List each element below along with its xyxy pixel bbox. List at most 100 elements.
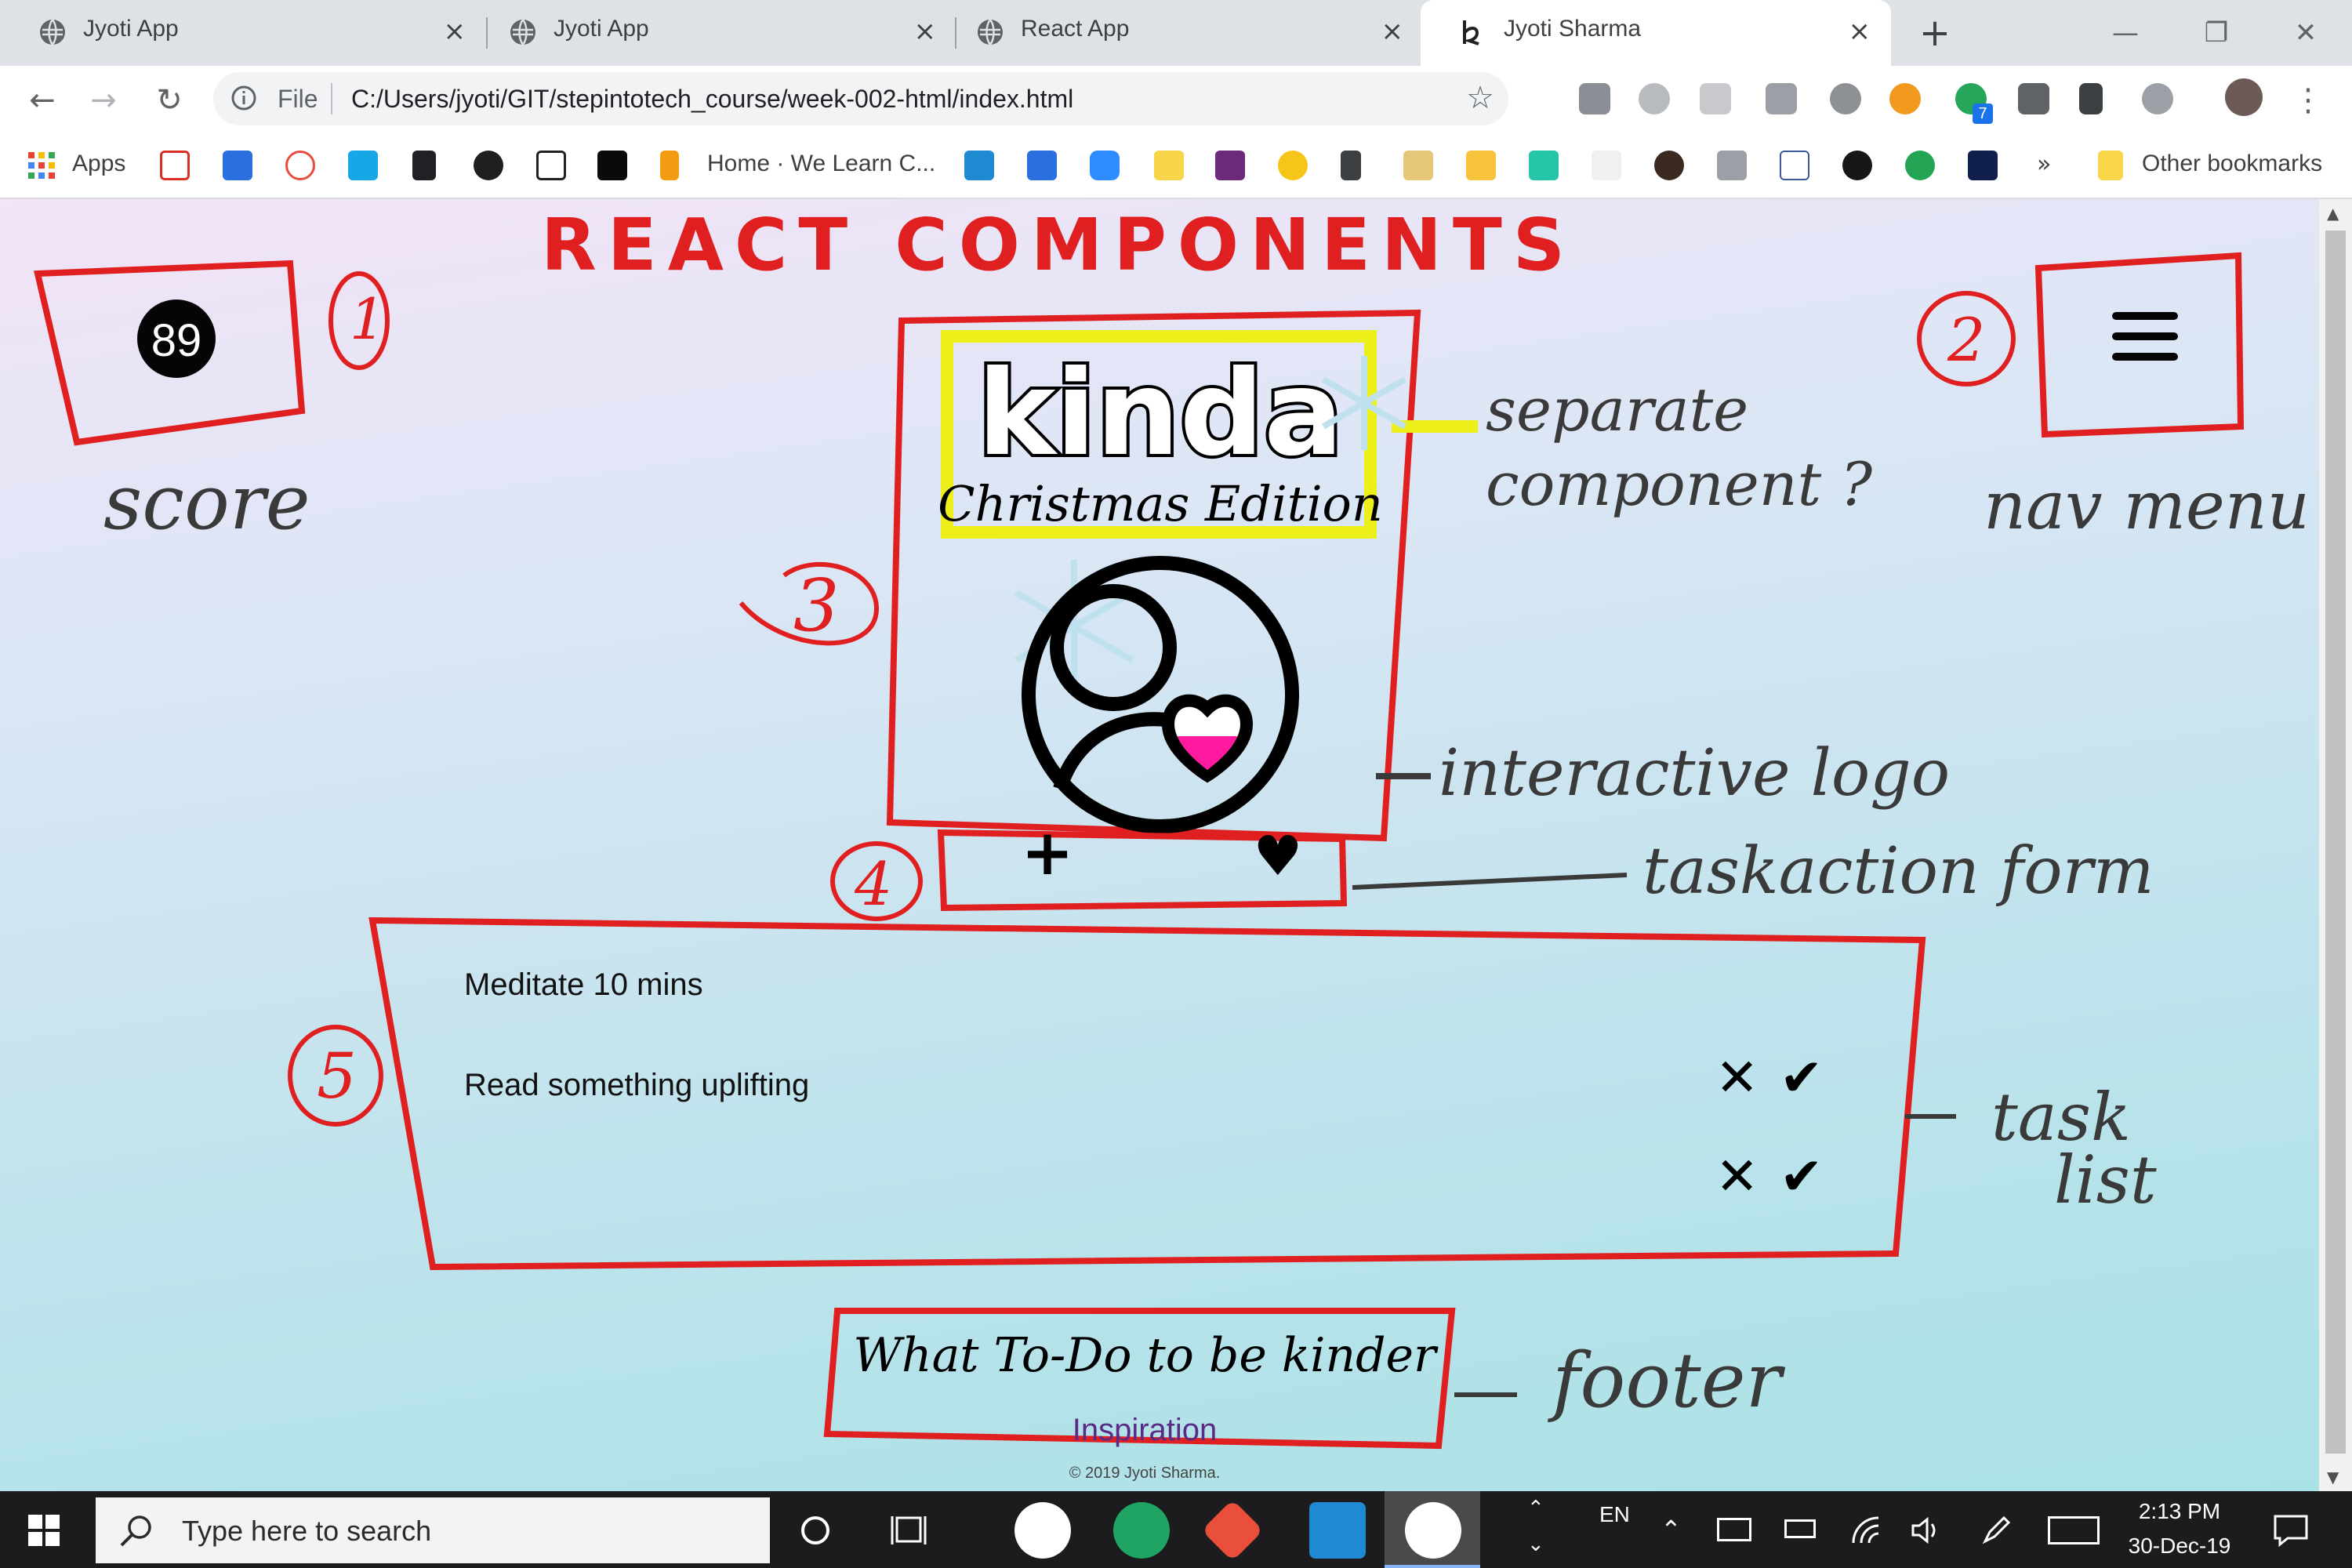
url-text[interactable]: C:/Users/jyoti/GIT/stepintotech_course/w…	[351, 85, 1073, 114]
codepen-icon[interactable]	[536, 151, 566, 180]
key-extension-icon[interactable]	[1889, 83, 1921, 114]
close-tab-icon[interactable]: ×	[1381, 16, 1404, 47]
keyboard-icon[interactable]	[2048, 1516, 2100, 1544]
info-icon[interactable]	[230, 85, 257, 111]
clock-date[interactable]: 30-Dec-19	[2125, 1534, 2234, 1559]
taskbar-overflow-up[interactable]: ⌃	[1527, 1496, 1544, 1520]
gmail-icon[interactable]	[160, 151, 190, 180]
inspiration-link[interactable]: Inspiration	[847, 1413, 1443, 1448]
git-taskbar-icon[interactable]	[1201, 1499, 1264, 1562]
document-extension-icon[interactable]	[2079, 83, 2103, 114]
close-tab-icon[interactable]: ×	[914, 16, 937, 47]
close-tab-icon[interactable]: ×	[444, 16, 466, 47]
scroll-down-arrow[interactable]: ▼	[2327, 1468, 2339, 1486]
bug-extension-icon[interactable]	[2142, 83, 2173, 114]
pdf-extension-icon[interactable]	[1700, 83, 1731, 114]
slack-taskbar-icon[interactable]	[1014, 1502, 1071, 1559]
tab-react-app[interactable]: React App ×	[938, 0, 1424, 66]
bookmarks-overflow[interactable]: »	[2037, 151, 2051, 178]
windows-start-icon[interactable]	[28, 1515, 60, 1546]
avatar-bookmark-icon[interactable]	[1654, 151, 1684, 180]
restore-button[interactable]: ❐	[2189, 11, 2244, 55]
lightbulb-extension-icon[interactable]	[2018, 83, 2049, 114]
volume-icon[interactable]	[1910, 1515, 1944, 1546]
reject-task-icon[interactable]: ✕	[1715, 1146, 1759, 1207]
w3schools-icon[interactable]	[1403, 151, 1433, 180]
tab-jyoti-sharma[interactable]: Jyoti Sharma ×	[1421, 0, 1891, 66]
chrome-menu-button[interactable]: ⋮	[2288, 80, 2328, 121]
vscode-taskbar-icon[interactable]	[1309, 1502, 1366, 1559]
like-button[interactable]: ♥	[1250, 825, 1306, 887]
annotation-score: score	[103, 459, 310, 546]
github-icon[interactable]	[1842, 151, 1872, 180]
reload-button[interactable]: ↻	[149, 80, 190, 121]
powerpoint-icon[interactable]	[1154, 151, 1184, 180]
tab-jyoti-app-2[interactable]: Jyoti App ×	[470, 0, 956, 66]
clock-time[interactable]: 2:13 PM	[2125, 1499, 2234, 1524]
scrollbar-thumb[interactable]	[2325, 230, 2346, 1454]
zoom-icon[interactable]	[1090, 151, 1120, 180]
language-indicator[interactable]: EN	[1599, 1502, 1630, 1527]
blank-page-icon[interactable]	[1592, 151, 1621, 180]
vscode-icon[interactable]	[964, 151, 994, 180]
hangouts-icon[interactable]	[1905, 151, 1935, 180]
add-task-button[interactable]: +	[1021, 822, 1074, 884]
d-logo-icon[interactable]	[1529, 151, 1559, 180]
close-tab-icon[interactable]: ×	[1849, 16, 1871, 47]
tab-jyoti-app-1[interactable]: Jyoti App ×	[0, 0, 486, 66]
document-icon[interactable]	[412, 151, 436, 180]
task-view-icon[interactable]	[891, 1513, 928, 1548]
star-logo-icon[interactable]	[660, 151, 679, 180]
triangle-logo-icon[interactable]	[474, 151, 503, 180]
medium-m-icon[interactable]	[285, 151, 315, 180]
m-logo-icon[interactable]	[348, 151, 378, 180]
image-extension-icon[interactable]	[1766, 83, 1797, 114]
address-bar[interactable]: File C:/Users/jyoti/GIT/stepintotech_cou…	[213, 72, 1508, 125]
accept-task-icon[interactable]: ✔	[1780, 1047, 1823, 1108]
extension-badge: 7	[1973, 103, 1993, 124]
grid-doc-icon[interactable]	[1717, 151, 1747, 180]
bookmark-home-we-learn[interactable]: Home · We Learn C...	[707, 151, 935, 177]
taskbar-search[interactable]: Type here to search	[96, 1497, 770, 1563]
battery-icon[interactable]	[1784, 1519, 1816, 1538]
slack-icon[interactable]	[1215, 151, 1245, 180]
duck-icon[interactable]	[1278, 151, 1308, 180]
back-button[interactable]: ←	[22, 80, 63, 121]
close-window-button[interactable]: ✕	[2278, 11, 2333, 55]
taskbar-overflow-down[interactable]: ⌄	[1527, 1532, 1544, 1556]
pen-icon[interactable]	[1980, 1513, 2013, 1546]
hamburger-menu-icon[interactable]	[2109, 309, 2181, 365]
minimize-button[interactable]: —	[2098, 11, 2153, 55]
forward-button[interactable]: →	[83, 80, 124, 121]
cortana-icon[interactable]	[798, 1513, 833, 1548]
tab-title: Jyoti App	[83, 16, 179, 42]
apps-grid-icon[interactable]	[27, 151, 56, 180]
help-extension-icon[interactable]	[1639, 83, 1670, 114]
dev-icon[interactable]	[597, 151, 627, 180]
tray-chevron-icon[interactable]: ⌃	[1661, 1515, 1682, 1544]
notification-icon[interactable]	[2272, 1513, 2310, 1548]
bulb-icon[interactable]	[1466, 151, 1496, 180]
stack-icon[interactable]	[1027, 151, 1057, 180]
bookmark-apps[interactable]: Apps	[72, 151, 125, 177]
reject-task-icon[interactable]: ✕	[1715, 1047, 1759, 1108]
display-icon[interactable]	[1717, 1518, 1751, 1541]
stack-icon[interactable]	[223, 151, 252, 180]
lightning-icon[interactable]	[1341, 151, 1361, 180]
telegram-taskbar-icon[interactable]	[1113, 1502, 1170, 1559]
interactive-logo[interactable]	[1022, 556, 1299, 833]
page-scrollbar[interactable]: ▲ ▼	[2319, 199, 2352, 1491]
folder-icon[interactable]	[2098, 151, 2123, 180]
accept-task-icon[interactable]: ✔	[1780, 1146, 1823, 1207]
gear-extension-icon[interactable]	[1830, 83, 1861, 114]
cube-extension-icon[interactable]	[1579, 83, 1610, 114]
new-tab-button[interactable]: +	[1913, 11, 1957, 55]
edx-icon[interactable]	[1780, 151, 1809, 180]
bookmark-star-icon[interactable]: ☆	[1466, 80, 1494, 116]
wifi-icon[interactable]	[1850, 1515, 1882, 1546]
chrome-taskbar-item[interactable]	[1385, 1491, 1480, 1568]
freecodecamp-icon[interactable]	[1968, 151, 1998, 180]
other-bookmarks[interactable]: Other bookmarks	[2142, 151, 2322, 177]
scroll-up-arrow[interactable]: ▲	[2327, 204, 2339, 223]
profile-avatar[interactable]	[2225, 78, 2263, 116]
